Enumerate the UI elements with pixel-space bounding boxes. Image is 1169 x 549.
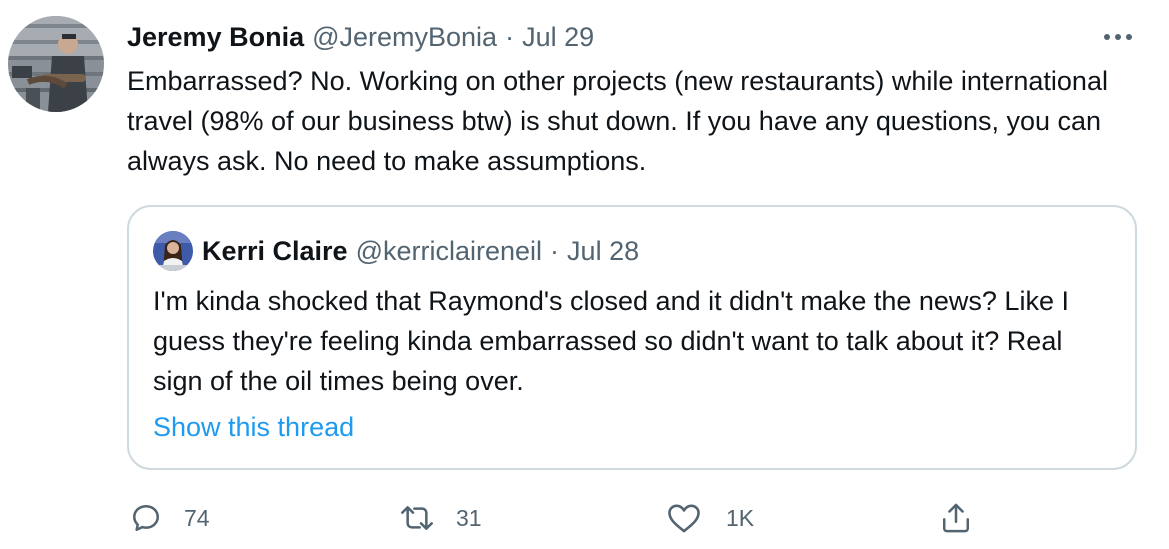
retweet-count: 31 xyxy=(456,504,482,531)
quoted-author-avatar[interactable] xyxy=(153,231,193,271)
retweet-icon xyxy=(401,506,433,530)
share-icon xyxy=(942,503,970,533)
reply-icon xyxy=(133,505,160,531)
more-button[interactable] xyxy=(1098,24,1138,50)
heart-icon xyxy=(668,504,700,533)
tweet-action-bar: 74 31 1K xyxy=(0,498,1169,538)
tweet-text: Embarrassed? No. Working on other projec… xyxy=(127,66,1108,176)
quoted-header-separator: · xyxy=(550,236,560,266)
quoted-author-handle: @kerriclaireneil xyxy=(355,236,543,266)
quoted-author-avatar-image xyxy=(153,231,193,271)
quoted-tweet-header: Kerri Claire @kerriclaireneil · Jul 28 xyxy=(202,234,639,268)
author-avatar[interactable] xyxy=(8,16,104,112)
tweet-date[interactable]: Jul 29 xyxy=(522,20,594,54)
reply-button[interactable]: 74 xyxy=(130,498,210,538)
like-count: 1K xyxy=(726,504,755,531)
show-thread-link[interactable]: Show this thread xyxy=(153,407,354,447)
quoted-author-name: Kerri Claire xyxy=(202,236,348,266)
tweet-header: Jeremy Bonia @JeremyBonia · Jul 29 xyxy=(127,20,594,54)
author-avatar-image xyxy=(8,16,104,112)
like-button[interactable]: 1K xyxy=(666,498,754,538)
more-horizontal-icon xyxy=(1104,34,1132,40)
header-separator: · xyxy=(505,22,515,52)
share-button[interactable] xyxy=(940,498,972,538)
author-handle[interactable]: @JeremyBonia xyxy=(312,20,497,54)
quoted-tweet-text: I'm kinda shocked that Raymond's closed … xyxy=(153,286,1069,396)
quoted-tweet-date: Jul 28 xyxy=(567,236,640,266)
quoted-tweet-card[interactable]: Kerri Claire @kerriclaireneil · Jul 28 I… xyxy=(127,205,1137,470)
reply-count: 74 xyxy=(184,504,210,531)
author-name[interactable]: Jeremy Bonia xyxy=(127,20,304,54)
retweet-button[interactable]: 31 xyxy=(396,498,482,538)
